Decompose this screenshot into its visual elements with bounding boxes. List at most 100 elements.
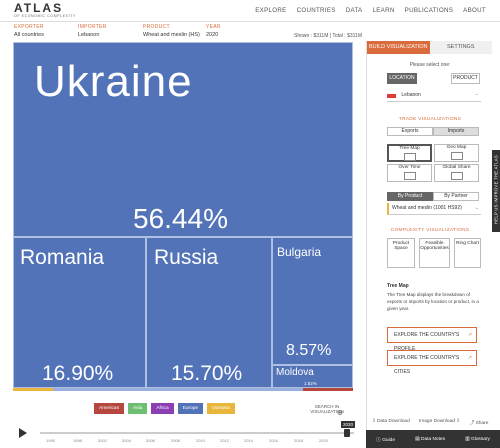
timeline-year: 2014 [244, 438, 253, 443]
timeline-year: 2004 [122, 438, 131, 443]
product-button[interactable]: PRODUCT [451, 73, 480, 84]
nav-data[interactable]: DATA [346, 7, 363, 14]
tile-name: Bulgaria [277, 245, 322, 259]
complexity-visualizations-title: COMPLEXITY VISUALIZATIONS [390, 228, 470, 233]
timeline-track[interactable] [40, 432, 354, 434]
download-footer: ⇩ Data Download Image Download ⇩ ⤴ Share [367, 419, 493, 426]
description-title: Tree Map [387, 283, 409, 289]
treemap-tile-moldova[interactable]: Moldova 1.62% [272, 365, 353, 388]
tile-percent: 15.70% [171, 362, 243, 385]
glossary-button[interactable]: ▥ Glossary [465, 437, 490, 442]
treemap-color-strip [13, 388, 353, 391]
ring-chart-card[interactable]: Ring Chart [454, 238, 481, 268]
tile-name: Russia [154, 246, 219, 269]
help-improve-tab[interactable]: HELP US IMPROVE THE ATLAS [492, 150, 500, 232]
tree-map-card[interactable]: Tree Map [387, 144, 432, 162]
tile-name: Romania [20, 246, 105, 269]
location-button[interactable]: LOCATION [387, 73, 417, 84]
importer-selector[interactable]: IMPORTER Lebanon [78, 24, 107, 38]
guide-button[interactable]: ⓘ Guide [376, 436, 395, 443]
external-link-icon: ↗ [467, 332, 472, 338]
tile-name: Moldova [276, 367, 314, 378]
treemap-tile-bulgaria[interactable]: Bulgaria 8.57% [272, 237, 353, 365]
image-download-button[interactable]: Image Download ⇩ [419, 419, 460, 426]
timeline-year: 2010 [196, 438, 205, 443]
share-button[interactable]: ⤴ Share [469, 419, 488, 426]
tile-percent: 8.57% [286, 342, 332, 359]
explore-cities-button[interactable]: EXPLORE THE COUNTRY'S CITIES ↗ [387, 350, 477, 375]
shown-total-text: Shown : $311M | Total : $311M [293, 33, 362, 39]
please-select-text: Please select one: [409, 62, 451, 68]
over-time-card[interactable]: Over Time [387, 164, 432, 182]
nav-publications[interactable]: PUBLICATIONS [405, 7, 454, 14]
zoom-icon[interactable]: ⊕ [337, 409, 345, 417]
timeline-year: 2008 [171, 438, 180, 443]
nav-explore[interactable]: EXPLORE [255, 7, 286, 14]
legend-americas[interactable]: Americas [94, 403, 124, 414]
legend-africa[interactable]: Africa [151, 403, 174, 414]
tile-percent: 56.44% [133, 203, 228, 234]
global-share-card[interactable]: Global Share [434, 164, 479, 182]
chevron-down-icon: ⌄ [474, 205, 479, 211]
legend-asia[interactable]: Asia [128, 403, 148, 414]
nav-countries[interactable]: COUNTRIES [297, 7, 336, 14]
over-time-label: Over Time [398, 165, 421, 170]
timeline-year: 2018 [294, 438, 303, 443]
exporter-selector[interactable]: EXPORTER All countries [14, 24, 44, 38]
nav-learn[interactable]: LEARN [373, 7, 395, 14]
year-value: 2020 [206, 32, 219, 38]
tile-name: Ukraine [34, 57, 193, 106]
exports-button[interactable]: Exports [387, 127, 433, 136]
treemap-tile-romania[interactable]: Romania 16.90% [13, 237, 146, 388]
year-label: YEAR [206, 24, 221, 30]
importer-label: IMPORTER [78, 24, 107, 30]
trade-visualizations-title: TRADE VISUALIZATIONS [398, 117, 462, 122]
ring-chart-label: Ring Chart [456, 241, 479, 246]
feasible-opportunities-card[interactable]: Feasible Opportunities [419, 238, 450, 268]
global-share-icon [450, 172, 463, 180]
geo-map-label: Geo Map [446, 145, 467, 150]
atlas-logo[interactable]: ATLAS OF ECONOMIC COMPLEXITY [14, 2, 76, 18]
exporter-value: All countries [14, 32, 44, 38]
product-selector[interactable]: PRODUCT Wheat and meslin (HS) [143, 24, 200, 38]
exporter-label: EXPORTER [14, 24, 44, 30]
play-icon[interactable] [19, 428, 27, 438]
lebanon-flag-icon [387, 92, 396, 98]
treemap: Ukraine 56.44% Romania 16.90% Russia 15.… [13, 42, 353, 388]
timeline: 1995 1998 2002 2004 2006 2008 2010 2012 … [0, 420, 366, 448]
help-improve-label: HELP US IMPROVE THE ATLAS [493, 154, 499, 225]
timeline-year: 2002 [98, 438, 107, 443]
by-product-button[interactable]: By Product [387, 192, 433, 201]
data-notes-button[interactable]: ▤ Data Notes [415, 437, 445, 442]
timeline-handle[interactable] [344, 429, 350, 437]
main-nav: EXPLORE COUNTRIES DATA LEARN PUBLICATION… [255, 7, 486, 14]
tree-map-icon [403, 153, 416, 161]
bottom-help-bar: ⓘ Guide ▤ Data Notes ▥ Glossary [366, 430, 500, 448]
data-download-button[interactable]: ⇩ Data Download [372, 419, 410, 426]
tree-map-label: Tree Map [399, 146, 420, 151]
tab-settings[interactable]: SETTINGS [429, 41, 492, 54]
legend-europe[interactable]: Europe [177, 403, 204, 414]
geo-map-card[interactable]: Geo Map [434, 144, 479, 162]
location-dropdown-value: Lebanon [401, 92, 421, 98]
product-dropdown[interactable]: Wheat and meslin (1001 HS92) ⌄ [387, 203, 481, 215]
query-selector-row: EXPORTER All countries IMPORTER Lebanon … [0, 22, 366, 41]
explore-profile-button[interactable]: EXPLORE THE COUNTRY'S PROFILE ↗ [387, 327, 477, 352]
legend-oceania[interactable]: Oceania [207, 403, 235, 414]
timeline-year: 1995 [46, 438, 55, 443]
data-download-label: Data Download [376, 419, 410, 424]
description-text: The Tree Map displays the breakdown of e… [387, 292, 479, 311]
tab-build-visualization[interactable]: BUILD VISUALIZATION [367, 41, 430, 54]
year-selector[interactable]: YEAR 2020 [206, 24, 221, 38]
product-value: Wheat and meslin (HS) [143, 32, 200, 38]
product-space-card[interactable]: Product Space [387, 238, 415, 268]
nav-about[interactable]: ABOUT [463, 7, 486, 14]
by-partner-button[interactable]: By Partner [433, 192, 479, 201]
imports-button[interactable]: Imports [433, 127, 479, 136]
product-label: PRODUCT [143, 24, 170, 30]
strip-segment [303, 388, 353, 391]
treemap-tile-ukraine[interactable]: Ukraine 56.44% [13, 42, 353, 237]
right-panel: BUILD VISUALIZATION SETTINGS Please sele… [366, 41, 492, 448]
treemap-tile-russia[interactable]: Russia 15.70% [146, 237, 272, 388]
location-dropdown[interactable]: Lebanon ⌄ [387, 90, 481, 102]
